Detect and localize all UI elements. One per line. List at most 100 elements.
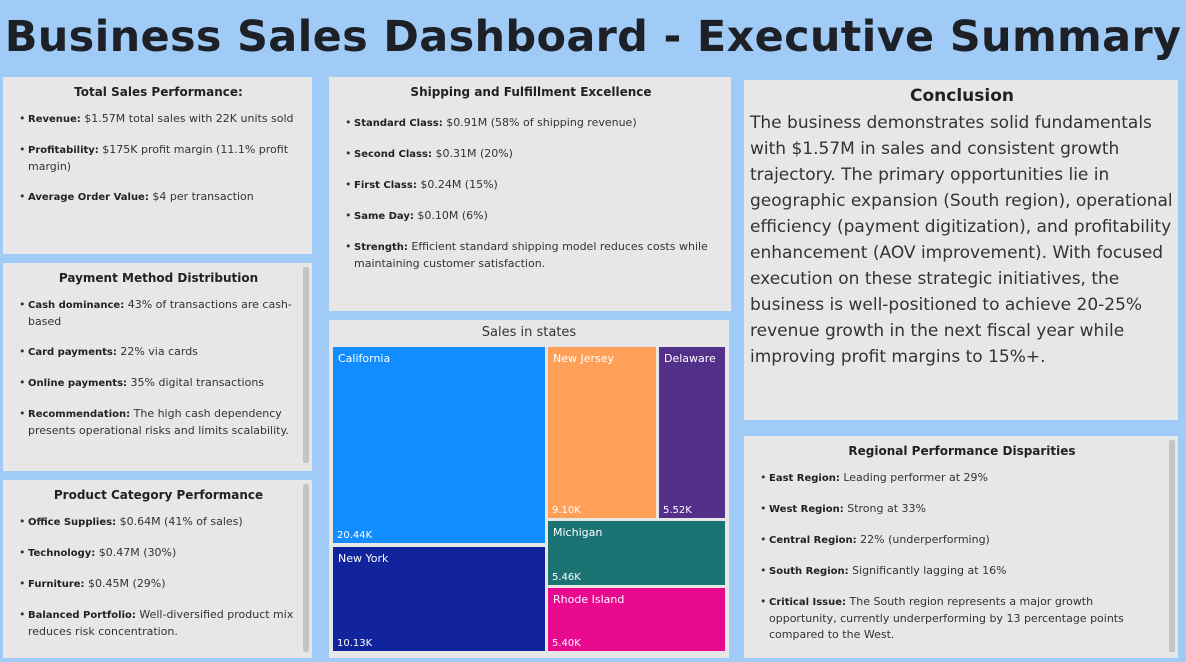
list-item-text: $0.10M (6%) [413,209,488,222]
list-item-text: $1.57M total sales with 22K units sold [80,112,294,125]
list-item: Standard Class: $0.91M (58% of shipping … [345,115,717,132]
list-item-label: Revenue: [28,114,81,125]
conclusion-heading: Conclusion [910,86,1014,106]
payment-list: Cash dominance: 43% of transactions are … [19,297,298,439]
conclusion-body: The business demonstrates solid fundamen… [750,113,1173,367]
product-card: Product Category Performance Office Supp… [3,480,312,658]
list-item: Recommendation: The high cash dependency… [19,406,298,439]
tile-value: 5.46K [552,572,581,583]
tile-value: 5.52K [663,505,692,516]
product-heading: Product Category Performance [53,488,264,502]
tile-value: 20.44K [337,530,373,541]
conclusion-card: Conclusion The business demonstrates sol… [744,80,1178,420]
list-item-label: West Region: [769,504,844,515]
list-item: Central Region: 22% (underperforming) [760,532,1164,549]
shipping-heading: Shipping and Fulfillment Excellence [410,85,652,99]
tile-label: Michigan [553,526,603,539]
list-item-label: Second Class: [354,149,432,160]
list-item-text: 22% (underperforming) [856,533,990,546]
list-item-label: Recommendation: [28,409,131,420]
list-item-label: Same Day: [354,211,414,222]
payment-heading: Payment Method Distribution [58,271,259,285]
product-scrollbar[interactable] [303,484,309,652]
list-item-label: Profitability: [28,145,99,156]
tile-label: California [338,352,391,365]
shipping-list: Standard Class: $0.91M (58% of shipping … [345,111,717,272]
payment-scrollbar[interactable] [303,267,309,463]
total-sales-list: Revenue: $1.57M total sales with 22K uni… [19,111,298,206]
list-item-label: Average Order Value: [28,192,149,203]
regional-scrollbar[interactable] [1169,440,1175,652]
list-item: Profitability: $175K profit margin (11.1… [19,142,298,175]
list-item-label: Cash dominance: [28,300,125,311]
list-item-text: $4 per transaction [148,190,254,203]
treemap-tile-rhode-island[interactable]: Rhode Island 5.40K [548,588,725,651]
list-item: East Region: Leading performer at 29% [760,470,1164,487]
list-item-text: Efficient standard shipping model reduce… [354,240,712,270]
tile-value: 9.10K [552,505,581,516]
payment-card: Payment Method Distribution Cash dominan… [3,263,312,471]
regional-heading: Regional Performance Disparities [848,444,1076,458]
list-item: Technology: $0.47M (30%) [19,545,298,562]
list-item-label: Office Supplies: [28,517,117,528]
regional-list: East Region: Leading performer at 29% Wes… [760,470,1164,643]
regional-card: Regional Performance Disparities East Re… [744,436,1178,658]
list-item-label: East Region: [769,473,840,484]
product-list: Office Supplies: $0.64M (41% of sales) Te… [19,514,298,640]
list-item-label: Balanced Portfolio: [28,610,136,621]
sales-in-states-chart: Sales in states California 20.44K New York… [329,320,729,658]
list-item: Strength: Efficient standard shipping mo… [345,239,717,272]
treemap-tile-michigan[interactable]: Michigan 5.46K [548,521,725,585]
treemap-tile-delaware[interactable]: Delaware 5.52K [659,347,725,518]
list-item-label: Central Region: [769,535,857,546]
tile-value: 5.40K [552,638,581,649]
list-item: Online payments: 35% digital transaction… [19,375,298,392]
list-item: Cash dominance: 43% of transactions are … [19,297,298,330]
list-item-label: Furniture: [28,579,85,590]
list-item: South Region: Significantly lagging at 1… [760,563,1164,580]
list-item-text: Significantly lagging at 16% [848,564,1007,577]
list-item: Balanced Portfolio: Well-diversified pro… [19,607,298,640]
tile-label: Rhode Island [553,593,625,606]
list-item: Revenue: $1.57M total sales with 22K uni… [19,111,298,128]
list-item-text: $0.31M (20%) [431,147,513,160]
list-item-text: $0.91M (58% of shipping revenue) [442,116,637,129]
list-item-text: 35% digital transactions [127,376,265,389]
tile-label: New Jersey [553,352,615,365]
list-item-text: $0.47M (30%) [95,546,177,559]
list-item-label: First Class: [354,180,417,191]
list-item: Office Supplies: $0.64M (41% of sales) [19,514,298,531]
list-item-label: Online payments: [28,378,128,389]
tile-label: Delaware [664,352,716,365]
list-item-label: South Region: [769,566,849,577]
list-item-label: Standard Class: [354,118,443,129]
list-item-label: Technology: [28,548,96,559]
list-item: Furniture: $0.45M (29%) [19,576,298,593]
treemap-tile-california[interactable]: California 20.44K [333,347,545,543]
shipping-card: Shipping and Fulfillment Excellence Stan… [329,77,731,311]
list-item-text: $0.64M (41% of sales) [116,515,243,528]
chart-title: Sales in states [481,325,577,340]
list-item-text: Strong at 33% [843,502,926,515]
list-item: Same Day: $0.10M (6%) [345,208,717,225]
list-item-text: Leading performer at 29% [839,471,988,484]
list-item: Critical Issue: The South region represe… [760,594,1164,643]
list-item: Card payments: 22% via cards [19,344,298,361]
list-item-label: Card payments: [28,347,117,358]
list-item-text: $0.24M (15%) [416,178,498,191]
total-sales-card: Total Sales Performance: Revenue: $1.57M… [3,77,312,254]
treemap-tile-new-york[interactable]: New York 10.13K [333,547,545,651]
list-item-text: 22% via cards [116,345,198,358]
list-item: West Region: Strong at 33% [760,501,1164,518]
list-item-label: Critical Issue: [769,597,847,608]
tile-label: New York [338,552,389,565]
tile-value: 10.13K [337,638,373,649]
treemap-tile-new-jersey[interactable]: New Jersey 9.10K [548,347,656,518]
list-item-text: $0.45M (29%) [84,577,166,590]
list-item: Average Order Value: $4 per transaction [19,189,298,206]
list-item: Second Class: $0.31M (20%) [345,146,717,163]
total-sales-heading: Total Sales Performance: [74,85,243,99]
dashboard-title: Business Sales Dashboard - Executive Sum… [4,12,1182,62]
list-item-label: Strength: [354,242,408,253]
list-item: First Class: $0.24M (15%) [345,177,717,194]
